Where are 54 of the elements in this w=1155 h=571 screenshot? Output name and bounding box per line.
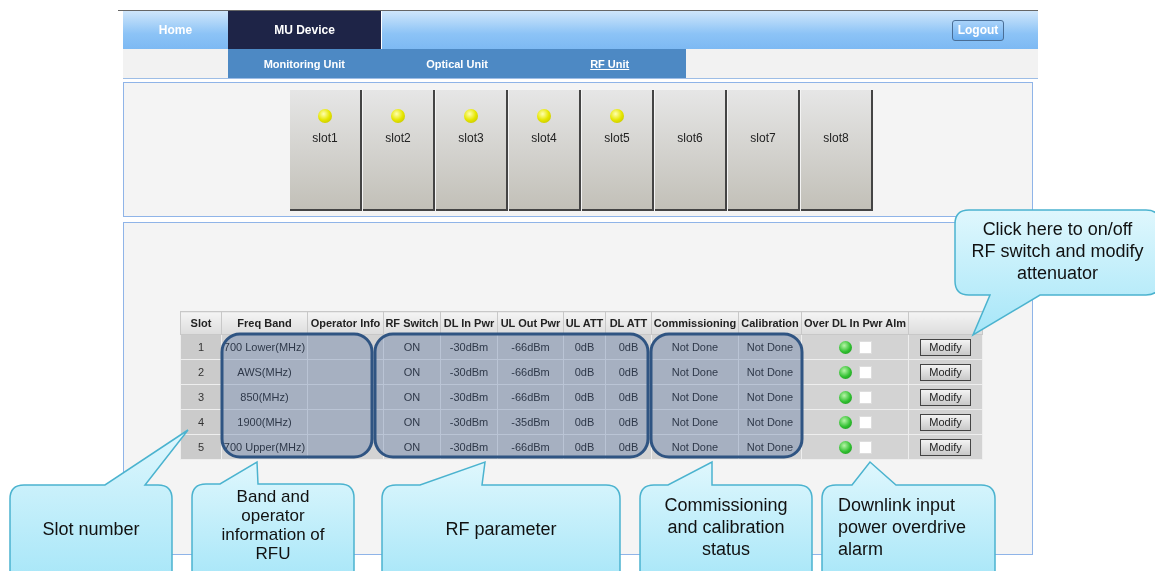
column-header: DL ATT <box>605 311 652 335</box>
table-cell: 1 <box>180 334 222 360</box>
column-header: Calibration <box>738 311 802 335</box>
column-header: RF Switch <box>383 311 441 335</box>
callout-text: Downlink input power overdrive alarm <box>838 495 967 559</box>
modify-button[interactable]: Modify <box>920 338 971 356</box>
slot-button[interactable]: slot8 <box>801 90 873 211</box>
column-header: Operator Info <box>307 311 384 335</box>
slot-button[interactable]: slot4 <box>509 90 581 211</box>
table-cell: AWS(MHz) <box>221 359 308 385</box>
callout-text: Commissioning and calibration status <box>664 495 788 559</box>
sub-nav-link[interactable]: Optical Unit <box>380 57 534 70</box>
table-cell: 5 <box>180 434 222 460</box>
table-cell: Not Done <box>651 384 739 410</box>
table-cell: 700 Lower(MHz) <box>221 334 308 360</box>
table-cell: Not Done <box>651 359 739 385</box>
modify-button[interactable]: Modify <box>920 388 971 406</box>
slot-button[interactable]: slot2 <box>363 90 435 211</box>
checkbox[interactable] <box>858 340 872 354</box>
slot-button[interactable]: slot3 <box>436 90 508 211</box>
table-cell: 700 Upper(MHz) <box>221 434 308 460</box>
column-header: Slot <box>180 311 222 335</box>
column-header: Over DL In Pwr Alm <box>801 311 909 335</box>
callout-text: Click here to on/off RF switch and modify attenuator <box>971 219 1144 283</box>
table-cell: Not Done <box>651 434 739 460</box>
slot-button[interactable]: slot5 <box>582 90 654 211</box>
sub-nav-link[interactable]: RF Unit <box>533 57 686 70</box>
column-header: Freq Band <box>221 311 308 335</box>
table-cell: 1900(MHz) <box>221 409 308 435</box>
column-header: UL Out Pwr <box>497 311 564 335</box>
modify-button[interactable]: Modify <box>920 413 971 431</box>
table-cell: Not Done <box>651 334 739 360</box>
slot-button[interactable]: slot1 <box>290 90 362 211</box>
checkbox[interactable] <box>858 390 872 404</box>
slot-button[interactable]: slot6 <box>655 90 727 211</box>
callout-text: Band and operator information of RFU <box>221 487 325 563</box>
table-cell: 3 <box>180 384 222 410</box>
table-cell: Not Done <box>651 409 739 435</box>
modify-button[interactable]: Modify <box>920 363 971 381</box>
nav-tab[interactable]: MU Device <box>228 11 381 49</box>
checkbox[interactable] <box>858 415 872 429</box>
callout-text: RF parameter <box>445 519 557 539</box>
modify-button[interactable]: Modify <box>920 438 971 456</box>
checkbox[interactable] <box>858 440 872 454</box>
slot-button[interactable]: slot7 <box>728 90 800 211</box>
sub-nav-link[interactable]: Monitoring Unit <box>228 57 381 70</box>
table-cell: 4 <box>180 409 222 435</box>
callout-text: Slot number <box>42 519 140 539</box>
column-header: Commissioning <box>651 311 739 335</box>
column-header: DL In Pwr <box>440 311 498 335</box>
table-cell: 850(MHz) <box>221 384 308 410</box>
table-cell: 2 <box>180 359 222 385</box>
column-header: UL ATT <box>563 311 606 335</box>
checkbox[interactable] <box>858 365 872 379</box>
